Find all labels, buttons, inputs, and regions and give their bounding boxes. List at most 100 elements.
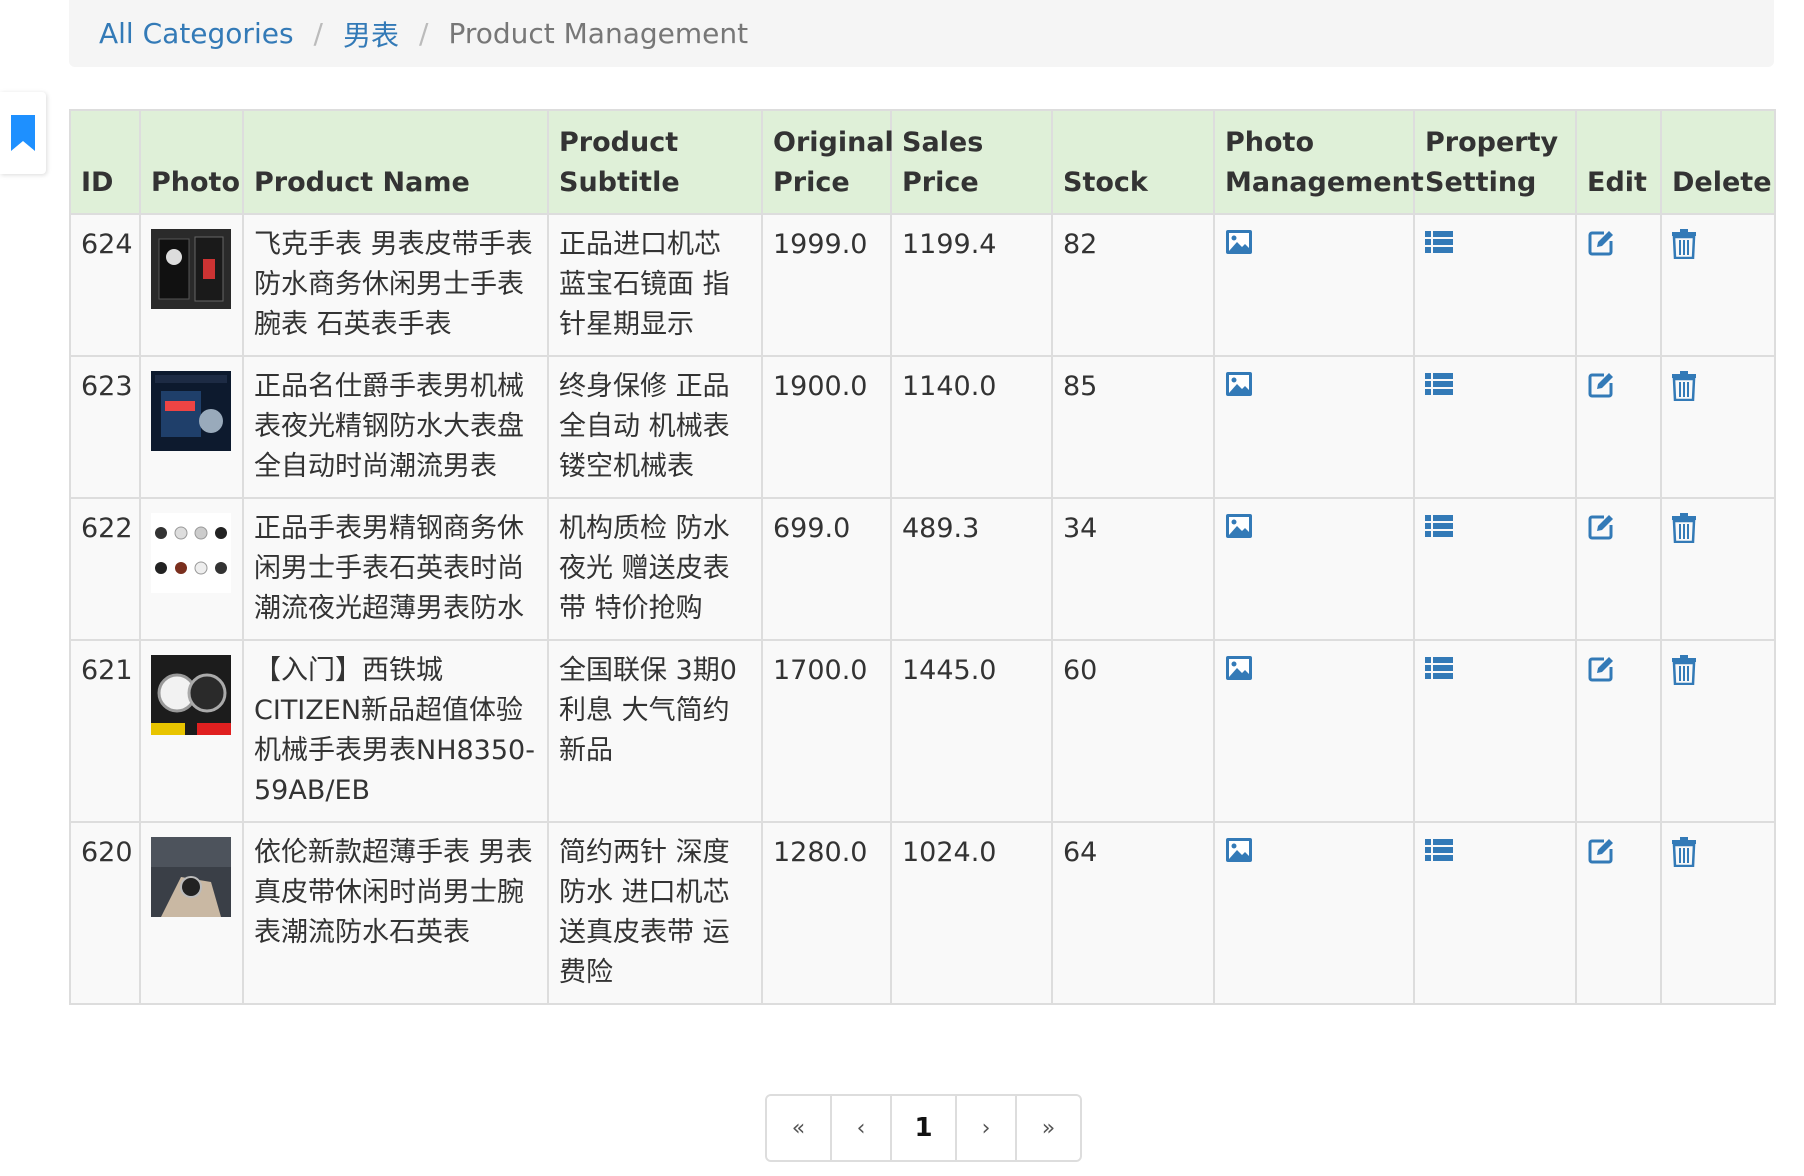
trash-icon[interactable]: [1672, 229, 1696, 259]
cell-property-setting: [1413, 639, 1577, 823]
edit-icon[interactable]: [1587, 229, 1615, 257]
cell-sales-price: 1024.0: [890, 821, 1053, 1005]
list-icon[interactable]: [1425, 513, 1453, 539]
product-thumbnail[interactable]: [151, 513, 231, 593]
cell-edit: [1575, 497, 1662, 641]
header-property-setting: Property Setting: [1413, 109, 1577, 215]
edit-icon[interactable]: [1587, 513, 1615, 541]
cell-photo-management: [1213, 821, 1415, 1005]
cell-stock: 60: [1051, 639, 1215, 823]
header-delete: Delete: [1660, 109, 1776, 215]
cell-product-name: 正品名仕爵手表男机械表夜光精钢防水大表盘全自动时尚潮流男表: [242, 355, 549, 499]
product-thumbnail[interactable]: [151, 655, 231, 735]
cell-delete: [1660, 497, 1776, 641]
cell-product-subtitle: 终身保修 正品全自动 机械表 镂空机械表: [547, 355, 763, 499]
cell-original-price: 1999.0: [761, 213, 892, 357]
cell-product-name: 依伦新款超薄手表 男表真皮带休闲时尚男士腕表潮流防水石英表: [242, 821, 549, 1005]
cell-delete: [1660, 639, 1776, 823]
cell-original-price: 1280.0: [761, 821, 892, 1005]
pagination-page-current[interactable]: 1: [890, 1096, 955, 1160]
header-product-name: Product Name: [242, 109, 549, 215]
trash-icon[interactable]: [1672, 371, 1696, 401]
edit-icon[interactable]: [1587, 371, 1615, 399]
cell-photo-management: [1213, 497, 1415, 641]
pagination-last[interactable]: »: [1015, 1096, 1080, 1160]
cell-edit: [1575, 821, 1662, 1005]
cell-id: 620: [69, 821, 141, 1005]
table-row: 624 飞克手表 男表皮带手表 防水商务休闲男士手表 腕表 石英表手表 正品进口…: [69, 213, 1776, 357]
cell-original-price: 699.0: [761, 497, 892, 641]
edit-icon[interactable]: [1587, 655, 1615, 683]
table-row: 622 正品手表男精钢商务休闲男士手表石英表时尚潮流夜光超薄男表防水 机构质检 …: [69, 497, 1776, 641]
cell-sales-price: 1445.0: [890, 639, 1053, 823]
product-management-page: All Categories / 男表 / Product Management: [0, 0, 1804, 1176]
side-bookmark-tab[interactable]: [0, 92, 46, 174]
table-row: 623 正品名仕爵手表男机械表夜光精钢防水大表盘全自动时尚潮流男表 终身保修 正…: [69, 355, 1776, 499]
cell-delete: [1660, 213, 1776, 357]
list-icon[interactable]: [1425, 655, 1453, 681]
cell-photo: [139, 213, 244, 357]
cell-product-subtitle: 全国联保 3期0利息 大气简约新品: [547, 639, 763, 823]
cell-stock: 82: [1051, 213, 1215, 357]
breadcrumb-all-categories[interactable]: All Categories: [99, 17, 294, 50]
cell-photo-management: [1213, 639, 1415, 823]
image-icon[interactable]: [1225, 655, 1253, 681]
image-icon[interactable]: [1225, 837, 1253, 863]
breadcrumb-separator: /: [313, 17, 323, 50]
cell-delete: [1660, 821, 1776, 1005]
cell-photo: [139, 639, 244, 823]
cell-product-name: 正品手表男精钢商务休闲男士手表石英表时尚潮流夜光超薄男表防水: [242, 497, 549, 641]
header-original-price: Original Price: [761, 109, 894, 215]
image-icon[interactable]: [1225, 513, 1253, 539]
header-id: ID: [69, 109, 141, 215]
cell-stock: 64: [1051, 821, 1215, 1005]
cell-property-setting: [1413, 213, 1577, 357]
cell-edit: [1575, 355, 1662, 499]
header-photo-management: Photo Management: [1213, 109, 1424, 215]
cell-sales-price: 1140.0: [890, 355, 1053, 499]
cell-sales-price: 489.3: [890, 497, 1053, 641]
table-row: 621 【入门】西铁城CITIZEN新品超值体验机械手表男表NH8350-59A…: [69, 639, 1776, 823]
cell-property-setting: [1413, 355, 1577, 499]
cell-product-name: 【入门】西铁城CITIZEN新品超值体验机械手表男表NH8350-59AB/EB: [242, 639, 549, 823]
cell-edit: [1575, 639, 1662, 823]
cell-original-price: 1700.0: [761, 639, 892, 823]
cell-product-name: 飞克手表 男表皮带手表 防水商务休闲男士手表 腕表 石英表手表: [242, 213, 549, 357]
header-sales-price: Sales Price: [890, 109, 1053, 215]
list-icon[interactable]: [1425, 371, 1453, 397]
cell-edit: [1575, 213, 1662, 357]
trash-icon[interactable]: [1672, 837, 1696, 867]
breadcrumb: All Categories / 男表 / Product Management: [69, 0, 1774, 67]
cell-photo: [139, 821, 244, 1005]
cell-id: 622: [69, 497, 141, 641]
list-icon[interactable]: [1425, 229, 1453, 255]
product-thumbnail[interactable]: [151, 837, 231, 917]
cell-id: 621: [69, 639, 141, 823]
cell-photo-management: [1213, 355, 1415, 499]
pagination: « ‹ 1 › »: [765, 1094, 1082, 1162]
product-thumbnail[interactable]: [151, 229, 231, 309]
breadcrumb-current: Product Management: [448, 17, 749, 50]
trash-icon[interactable]: [1672, 655, 1696, 685]
product-table: ID Photo Product Name Product Subtitle O…: [69, 109, 1776, 1005]
cell-id: 623: [69, 355, 141, 499]
header-edit: Edit: [1575, 109, 1662, 215]
list-icon[interactable]: [1425, 837, 1453, 863]
edit-icon[interactable]: [1587, 837, 1615, 865]
pagination-next[interactable]: ›: [955, 1096, 1015, 1160]
cell-original-price: 1900.0: [761, 355, 892, 499]
header-product-subtitle: Product Subtitle: [547, 109, 763, 215]
header-stock: Stock: [1051, 109, 1215, 215]
trash-icon[interactable]: [1672, 513, 1696, 543]
image-icon[interactable]: [1225, 371, 1253, 397]
product-thumbnail[interactable]: [151, 371, 231, 451]
pagination-first[interactable]: «: [767, 1096, 830, 1160]
image-icon[interactable]: [1225, 229, 1253, 255]
cell-delete: [1660, 355, 1776, 499]
cell-property-setting: [1413, 497, 1577, 641]
table-header-row: ID Photo Product Name Product Subtitle O…: [69, 109, 1776, 215]
breadcrumb-category[interactable]: 男表: [343, 14, 399, 54]
cell-property-setting: [1413, 821, 1577, 1005]
pagination-prev[interactable]: ‹: [830, 1096, 890, 1160]
breadcrumb-separator: /: [419, 17, 429, 50]
